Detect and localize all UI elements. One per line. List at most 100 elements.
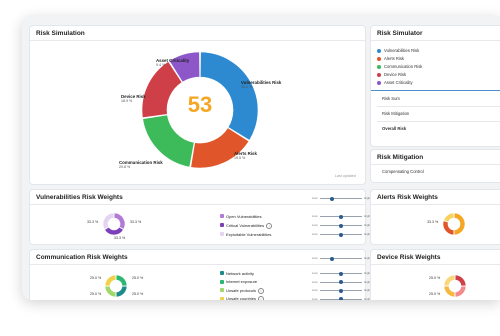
weight-color-dot xyxy=(220,279,224,284)
color-dot xyxy=(377,64,381,69)
divider xyxy=(371,264,500,265)
donut-segment-0 xyxy=(453,212,466,236)
slider-high-label: High xyxy=(364,214,371,218)
weight-row-label: Unsafe protocols i xyxy=(220,287,265,294)
slider-low-label: Low xyxy=(312,232,318,236)
donut-label: 25.0 % xyxy=(429,276,441,280)
weight-slider[interactable] xyxy=(320,297,362,300)
slider-knob[interactable] xyxy=(330,196,334,201)
weight-row-label: Open Vulnerabilities xyxy=(220,214,262,219)
vulnerabilities-donut xyxy=(102,212,126,236)
donut-segment-0 xyxy=(115,274,128,287)
donut-label: 33.3 % xyxy=(114,236,126,240)
divider xyxy=(30,204,365,205)
color-dot xyxy=(377,80,381,85)
device-donut xyxy=(443,274,467,298)
donut-segment-0 xyxy=(113,212,126,230)
donut-label: 25.0 % xyxy=(90,292,102,296)
weight-row-label: Internet exposure xyxy=(220,279,257,284)
donut-segment-1 xyxy=(442,220,455,236)
master-weight-slider[interactable] xyxy=(320,196,362,201)
divider xyxy=(30,264,365,265)
info-icon[interactable]: i xyxy=(266,222,273,229)
simulator-item-alerts[interactable]: Alerts Risk xyxy=(377,56,404,61)
slider-knob[interactable] xyxy=(339,280,343,284)
donut-segment-2 xyxy=(102,212,115,230)
weight-row-label: Exploitable Vulnerabilities xyxy=(220,232,271,237)
segment-label-alerts: Alerts Risk 19.5 % xyxy=(234,151,257,160)
donut-label: 33.3 % xyxy=(130,220,142,224)
donut-segment-2 xyxy=(104,285,117,298)
last-updated-text: Last updated xyxy=(335,174,356,178)
slider-low-label: Low xyxy=(312,223,318,227)
slider-knob[interactable] xyxy=(339,223,343,228)
divider xyxy=(371,40,500,41)
overall-risk-label: Overall Risk xyxy=(382,126,407,131)
weight-color-dot xyxy=(220,296,224,300)
simulator-item-asset-criticality[interactable]: Asset Criticality xyxy=(377,80,413,85)
weight-row-text: Exploitable Vulnerabilities xyxy=(226,231,272,237)
donut-label: 25.0 % xyxy=(132,292,144,296)
info-icon[interactable]: i xyxy=(258,296,265,300)
simulator-item-device[interactable]: Device Risk xyxy=(377,72,406,77)
weight-slider[interactable] xyxy=(320,214,362,219)
slider-low-label: Low xyxy=(312,196,318,200)
slider-high-label: High xyxy=(364,279,371,284)
vulnerabilities-weights-title: Vulnerabilities Risk Weights xyxy=(36,194,123,201)
risk-mitigation-card: Risk Mitigation Compensating Control xyxy=(371,150,500,182)
slider-knob[interactable] xyxy=(339,297,343,300)
slider-high-label: High xyxy=(364,256,371,260)
info-icon[interactable]: i xyxy=(258,287,265,294)
vulnerabilities-weights-card: Vulnerabilities Risk Weights Low High 0.… xyxy=(30,190,382,244)
weight-color-dot xyxy=(220,232,224,236)
risk-simulator-title: Risk Simulator xyxy=(377,30,423,37)
communication-weights-card: Communication Risk Weights Low High 0.50… xyxy=(30,250,382,300)
slider-high-label: High xyxy=(364,271,371,275)
donut-label: 25.0 % xyxy=(429,292,441,296)
weight-slider[interactable] xyxy=(320,288,362,293)
weight-slider[interactable] xyxy=(320,271,362,276)
overall-risk-score: 53 xyxy=(187,92,213,117)
weight-color-dot xyxy=(220,214,224,218)
divider xyxy=(371,90,500,91)
divider xyxy=(377,121,500,122)
weight-row-label: Critical Vulnerabilities i xyxy=(220,222,273,229)
weight-slider[interactable] xyxy=(320,223,362,228)
weight-row-text: Unsafe protocols xyxy=(226,287,257,293)
weight-color-dot xyxy=(220,271,224,275)
alerts-weights-card: Alerts Risk Weights 33.3 % xyxy=(371,190,500,244)
slider-knob[interactable] xyxy=(339,214,343,219)
weight-row-label: Unsafe countries i xyxy=(220,296,265,300)
divider xyxy=(371,164,500,165)
slider-knob[interactable] xyxy=(339,232,343,237)
simulator-item-communication[interactable]: Communication Risk xyxy=(377,64,422,69)
slider-low-label: Low xyxy=(312,271,318,275)
slider-high-label: High xyxy=(364,232,371,236)
weight-row-text: Network activity xyxy=(226,270,255,276)
slider-low-label: Low xyxy=(312,279,318,284)
compensating-control-label: Compensating Control xyxy=(382,169,424,174)
weight-row-text: Open Vulnerabilities xyxy=(226,213,262,219)
weight-slider[interactable] xyxy=(320,232,362,237)
weight-slider[interactable] xyxy=(320,280,362,284)
donut-segment-2 xyxy=(443,285,456,298)
color-dot xyxy=(377,56,381,61)
master-weight-slider[interactable] xyxy=(320,256,362,261)
communication-donut xyxy=(104,274,128,298)
risk-simulator-card: Risk Simulator Vulnerabilities Risk Aler… xyxy=(371,26,500,146)
slider-knob[interactable] xyxy=(339,288,343,293)
segment-label-communication: Communication Risk 20.8 % xyxy=(119,160,163,169)
donut-segment-0 xyxy=(454,274,467,287)
risk-sum-label: Risk Sum xyxy=(382,96,400,101)
slider-knob[interactable] xyxy=(330,256,334,261)
donut-label: 33.3 % xyxy=(87,220,99,224)
color-dot xyxy=(377,48,381,53)
risk-mitigation-title: Risk Mitigation xyxy=(377,154,424,161)
donut-segment-1 xyxy=(115,285,128,298)
simulator-item-vulnerabilities[interactable]: Vulnerabilities Risk xyxy=(377,48,419,53)
risk-simulation-card: Risk Simulation 53 Vulnerabilities Risk 3… xyxy=(30,26,365,184)
divider xyxy=(377,106,500,107)
slider-high-label: High xyxy=(364,223,371,227)
slider-knob[interactable] xyxy=(339,271,343,276)
segment-label-vulnerabilities: Vulnerabilities Risk 35.2 % xyxy=(241,80,282,89)
